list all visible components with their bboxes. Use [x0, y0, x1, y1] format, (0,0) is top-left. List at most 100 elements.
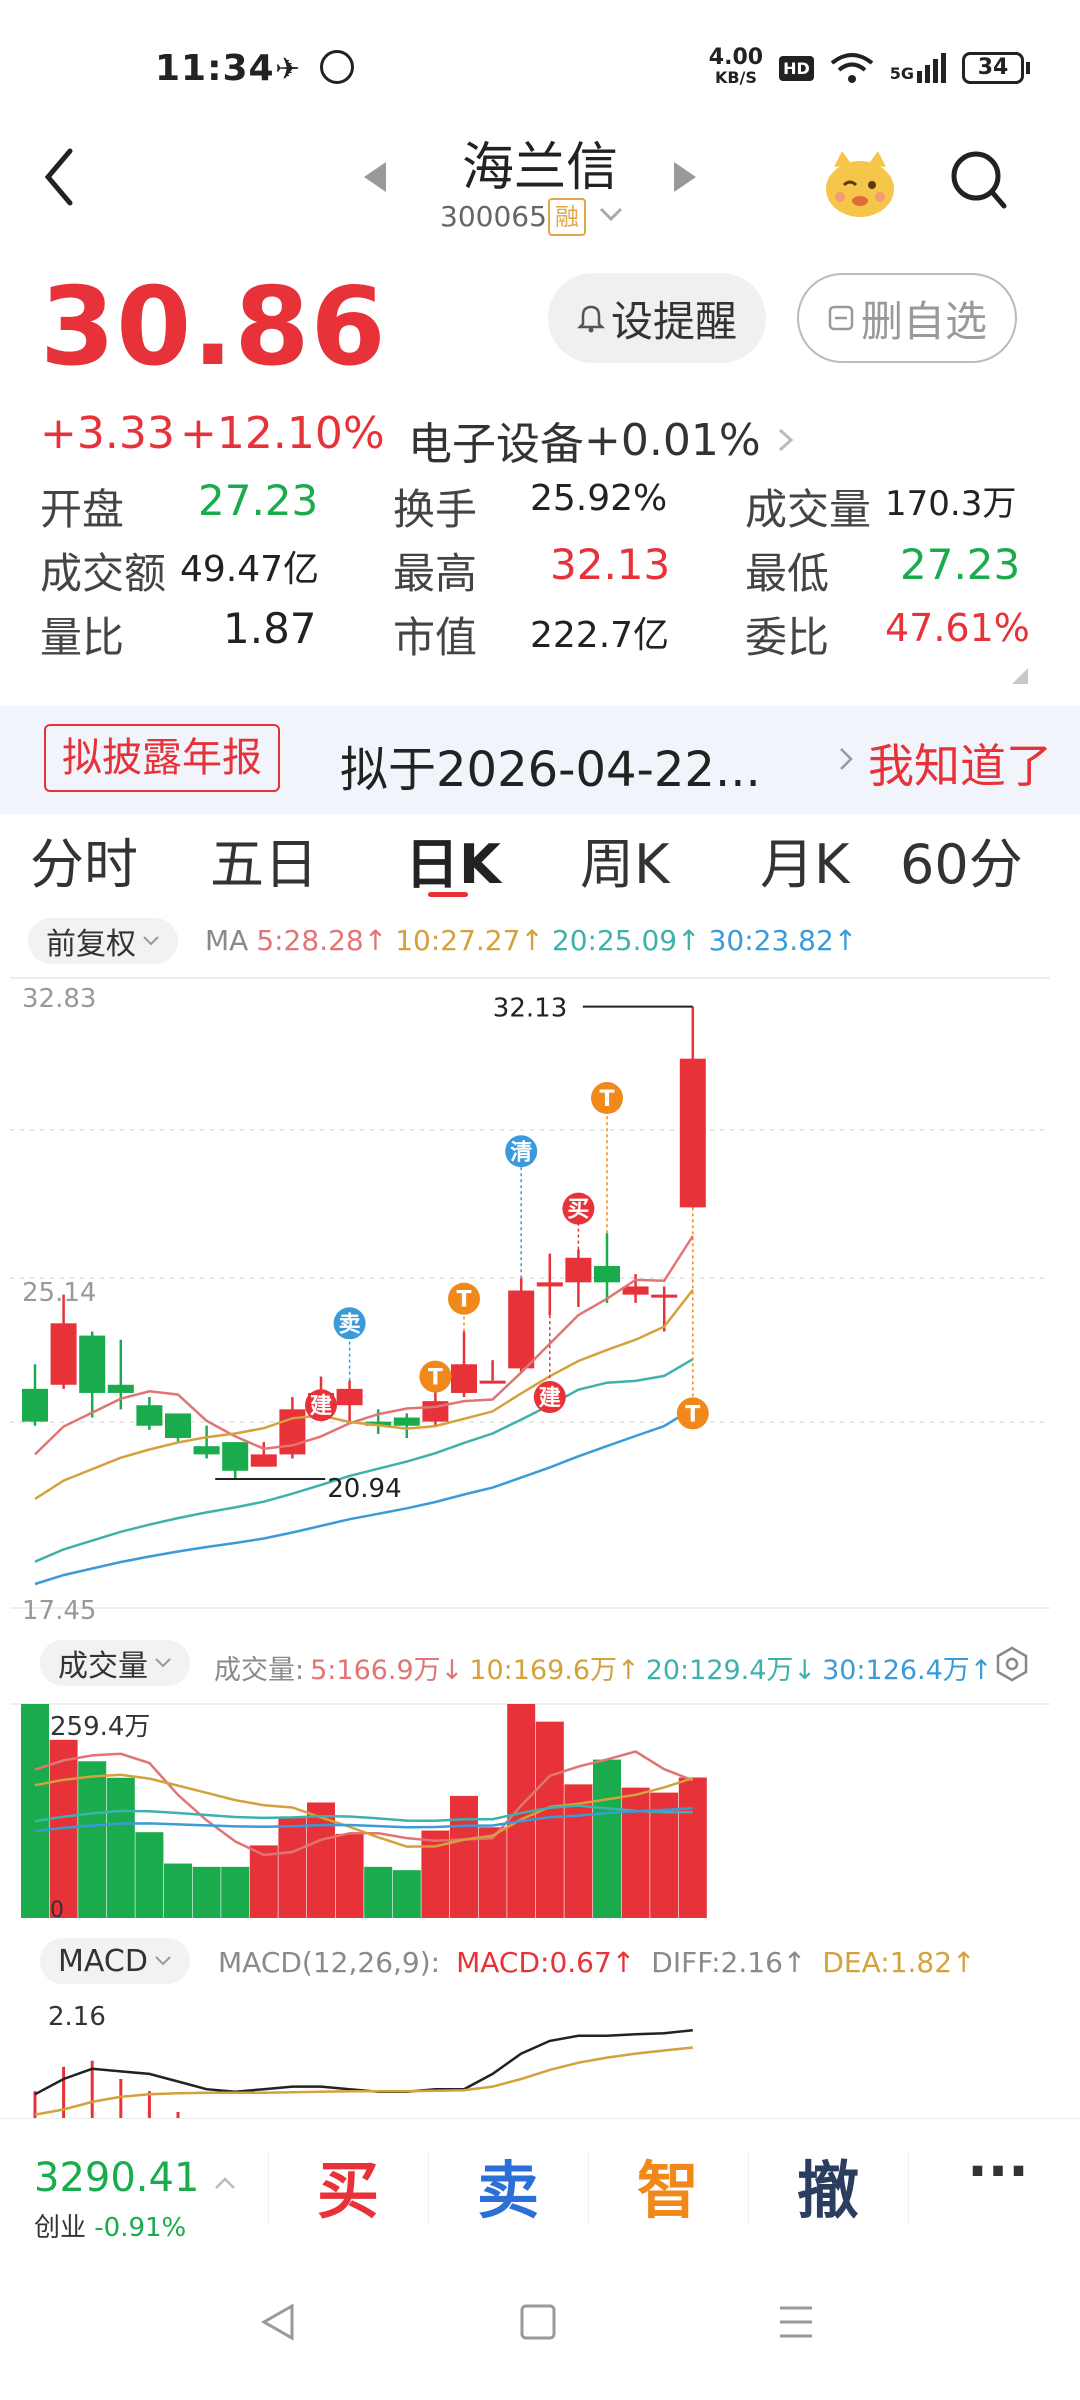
high-value: 32.13: [550, 540, 671, 589]
candle-body: [22, 1388, 48, 1422]
messenger-icon: ✈: [275, 52, 301, 87]
volume-bar: [135, 1832, 164, 1918]
nav-home-icon[interactable]: [518, 2300, 558, 2344]
amount-label: 成交额: [40, 549, 167, 598]
status-time: 11:34: [155, 48, 275, 89]
volume-bar: [249, 1845, 278, 1918]
chevron-down-icon: [599, 207, 623, 222]
candle-body: [79, 1335, 106, 1393]
notice-tag: 拟披露年报: [44, 724, 280, 792]
low-label: 最低: [745, 549, 830, 598]
diff-line: [34, 2028, 693, 2096]
chevron-down-icon: [143, 936, 159, 946]
chevron-down-icon: [155, 1956, 171, 1966]
search-button[interactable]: [950, 150, 1008, 216]
chevron-down-icon: [155, 1658, 171, 1668]
bid-ratio-label: 委比: [745, 613, 830, 662]
signal-label: 建: [310, 1394, 332, 1419]
ma30-value: 30:23.82↑: [708, 924, 858, 957]
notice-text: 拟于2026-04-22...: [340, 742, 761, 798]
kline-chart[interactable]: 32.13 20.94 建 卖 T T 清建 买 T T: [0, 960, 1080, 1620]
current-price: 30.86: [40, 265, 387, 390]
signal-label: 建: [539, 1386, 561, 1411]
volume-bar: [164, 1863, 192, 1918]
net-unit: KB/S: [714, 68, 757, 87]
index-widget[interactable]: 3290.41 创业 -0.91%: [34, 2155, 237, 2244]
chevron-right-icon: [778, 428, 793, 452]
active-tab-indicator: [428, 892, 468, 897]
nav-back-icon[interactable]: [256, 2300, 300, 2344]
chevron-up-icon: [214, 2177, 235, 2189]
dea-line: [34, 2046, 693, 2116]
price-change: +3.33: [40, 408, 175, 459]
signal-label: T: [456, 1288, 471, 1313]
volume-chart[interactable]: [0, 1690, 1080, 1930]
volume-indicator-select[interactable]: 成交量: [40, 1640, 190, 1686]
macd-legend: MACD(12,26,9): MACD:0.67↑ DIFF:2.16↑ DEA…: [218, 1946, 976, 1979]
mascot-button[interactable]: [820, 145, 900, 220]
stock-switch-dropdown[interactable]: [598, 204, 624, 228]
macd-indicator-select[interactable]: MACD: [40, 1938, 190, 1984]
candle-body: [222, 1442, 249, 1471]
notice-dismiss[interactable]: 我知道了: [868, 730, 1052, 796]
adjust-select[interactable]: 前复权: [28, 918, 178, 964]
y-axis-top: 32.83: [22, 984, 97, 1014]
macd-top-label: 2.16: [48, 2002, 106, 2032]
mcap-label: 市值: [393, 613, 478, 662]
mascot-icon: [826, 151, 894, 217]
volume-bar: [106, 1777, 135, 1918]
wifi-icon: [830, 53, 873, 83]
candle-body: [250, 1454, 277, 1467]
volume-bar: [335, 1833, 364, 1918]
signal-5g: 5G: [890, 53, 946, 83]
smart-button[interactable]: 智: [588, 2140, 748, 2230]
tab-60min[interactable]: 60分: [900, 820, 1023, 899]
volume-bar: [278, 1817, 307, 1918]
next-stock-button[interactable]: [672, 160, 698, 198]
candle-body: [451, 1364, 477, 1393]
low-value: 27.23: [900, 540, 1021, 589]
sector-pct: +0.01%: [584, 414, 761, 466]
tab-weekly-k[interactable]: 周K: [580, 820, 669, 899]
volume-bar: [78, 1761, 107, 1918]
volume-zero-label: 0: [50, 1898, 64, 1923]
expand-corner-icon[interactable]: [1012, 668, 1028, 684]
signal-label: T: [599, 1087, 614, 1112]
nav-menu-icon[interactable]: [776, 2300, 816, 2344]
notice-bar[interactable]: 拟披露年报 拟于2026-04-22... 我知道了: [0, 706, 1080, 814]
mcap-value: 222.7亿: [530, 615, 670, 656]
cancel-order-button[interactable]: 撤: [748, 2140, 908, 2230]
status-right: 4.00 KB/S HD 5G 34: [708, 45, 1030, 88]
candle-body: [536, 1282, 563, 1287]
more-button[interactable]: ···: [918, 2140, 1078, 2203]
sector-link[interactable]: 电子设备 +0.01%: [408, 408, 797, 472]
tab-monthly-k[interactable]: 月K: [760, 820, 849, 899]
ma20-value: 20:25.09↑: [551, 924, 701, 957]
vol-ratio-value: 1.87: [223, 604, 317, 653]
volume-bar: [678, 1777, 707, 1918]
candle-body: [679, 1058, 706, 1208]
tab-five-day[interactable]: 五日: [210, 820, 318, 899]
buy-button[interactable]: 买: [268, 2140, 428, 2230]
volume-bar: [192, 1866, 221, 1918]
net-speed: 4.00: [708, 45, 764, 70]
set-alert-button[interactable]: 设提醒: [548, 273, 766, 363]
macd-chart[interactable]: [0, 1990, 1080, 2120]
candle-body: [193, 1446, 220, 1455]
y-axis-mid: 25.14: [22, 1278, 97, 1308]
high-label: 最高: [393, 549, 478, 598]
volume-bar: [621, 1787, 650, 1918]
signal-label: T: [685, 1402, 700, 1427]
y-axis-bottom: 17.45: [22, 1596, 97, 1626]
settings-hex-icon[interactable]: [994, 1646, 1030, 1682]
volume-value: 170.3万: [885, 484, 1017, 524]
tab-intraday[interactable]: 分时: [30, 820, 138, 899]
sell-button[interactable]: 卖: [428, 2140, 588, 2230]
tab-daily-k[interactable]: 日K: [405, 820, 501, 899]
remove-watchlist-button[interactable]: 删自选: [797, 273, 1017, 363]
low-marker-label: 20.94: [327, 1474, 401, 1504]
turnover-label: 换手: [393, 485, 478, 534]
signal-label: 卖: [339, 1311, 361, 1337]
signal-label: 买: [567, 1198, 589, 1223]
open-label: 开盘: [40, 485, 125, 534]
